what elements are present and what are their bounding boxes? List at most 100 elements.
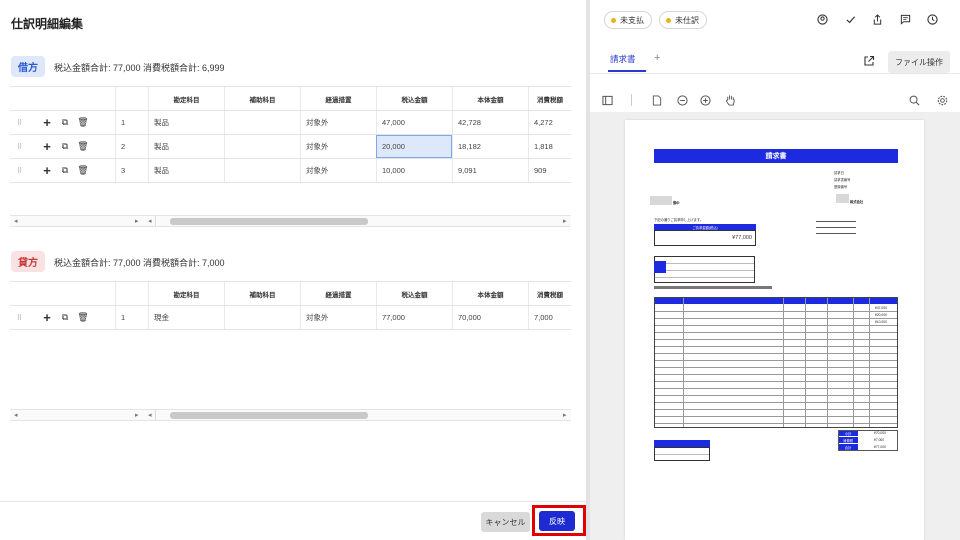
credit-summary: 税込金額合計: 77,000 消費税額合計: 7,000 xyxy=(54,258,225,268)
sidebar-toggle-icon[interactable] xyxy=(600,93,614,107)
redacted-company xyxy=(836,194,849,203)
tax-cell[interactable]: 909 xyxy=(528,159,571,182)
status-chip-unjournaled[interactable]: 未仕訳 xyxy=(659,11,707,29)
credit-horizontal-scrollbar[interactable]: ◂ ▸ ◂ ▸ xyxy=(10,409,571,421)
add-row-icon[interactable]: + xyxy=(40,306,54,329)
amount-incl-cell[interactable]: 77,000 xyxy=(376,306,452,329)
tax-cell[interactable]: 7,000 xyxy=(528,306,571,329)
table-row[interactable]: ⠿ + ⧉ 🗑 1 製品 対象外 47,000 42,728 4,272 xyxy=(10,111,571,135)
copy-icon[interactable]: ⧉ xyxy=(59,135,71,158)
amount-base-cell[interactable]: 42,728 xyxy=(452,111,528,134)
zoom-in-icon[interactable] xyxy=(698,93,712,107)
pending-dot-icon xyxy=(611,17,616,23)
invoice-items-table: ¥47,000 ¥20,000 ¥10,000 xyxy=(654,297,898,428)
file-operations-button[interactable]: ファイル操作 xyxy=(888,51,950,73)
scroll-right-icon[interactable]: ▸ xyxy=(135,216,139,227)
items-header xyxy=(655,298,897,304)
credit-table: 勘定科目 補助科目 経過措置 税込金額 本体金額 消費税額 ⠿ + ⧉ 🗑 1 … xyxy=(10,281,571,330)
account-cell[interactable]: 製品 xyxy=(148,111,224,134)
scroll-right-icon[interactable]: ▸ xyxy=(563,216,567,227)
chip-label: 未支払 xyxy=(620,15,644,25)
hand-icon[interactable] xyxy=(723,93,737,107)
tax-cell[interactable]: 1,818 xyxy=(528,135,571,158)
tab-active-indicator xyxy=(608,70,646,72)
scroll-divider xyxy=(155,410,156,420)
add-row-icon[interactable]: + xyxy=(40,135,54,158)
item-amount: ¥20,000 xyxy=(875,313,887,317)
table-header: 勘定科目 補助科目 経過措置 税込金額 本体金額 消費税額 xyxy=(10,87,571,111)
trash-icon[interactable]: 🗑 xyxy=(77,111,89,134)
scroll-left-icon[interactable]: ◂ xyxy=(14,410,18,421)
meta-label: 請求日 xyxy=(834,171,844,175)
bank-info-label xyxy=(654,261,666,273)
drag-handle-icon[interactable]: ⠿ xyxy=(10,306,28,329)
row-number: 1 xyxy=(115,306,148,329)
transition-cell[interactable]: 対象外 xyxy=(300,111,376,134)
sub-account-cell[interactable] xyxy=(224,306,300,329)
check-icon[interactable] xyxy=(843,12,857,26)
status-chip-unpaid[interactable]: 未支払 xyxy=(604,11,652,29)
scroll-left-icon[interactable]: ◂ xyxy=(14,216,18,227)
add-row-icon[interactable]: + xyxy=(40,159,54,182)
drag-handle-icon[interactable]: ⠿ xyxy=(10,111,28,134)
scroll-left-icon[interactable]: ◂ xyxy=(148,216,152,227)
scroll-right-icon[interactable]: ▸ xyxy=(563,410,567,421)
header-cell: 消費税額 xyxy=(528,87,571,110)
debit-horizontal-scrollbar[interactable]: ◂ ▸ ◂ ▸ xyxy=(10,215,571,227)
amount-base-cell[interactable]: 9,091 xyxy=(452,159,528,182)
external-link-icon[interactable] xyxy=(863,54,877,68)
chip-label: 未仕訳 xyxy=(675,15,699,25)
transition-cell[interactable]: 対象外 xyxy=(300,135,376,158)
amount-incl-cell[interactable]: 47,000 xyxy=(376,111,452,134)
meta-label: 登録番号 xyxy=(834,185,848,189)
scroll-thumb[interactable] xyxy=(170,218,368,225)
tax-cell[interactable]: 4,272 xyxy=(528,111,571,134)
header-cell: 補助科目 xyxy=(224,282,300,305)
amount-incl-cell[interactable]: 10,000 xyxy=(376,159,452,182)
comment-icon[interactable] xyxy=(898,12,912,26)
account-cell[interactable]: 現金 xyxy=(148,306,224,329)
scroll-right-icon[interactable]: ▸ xyxy=(135,410,139,421)
search-icon[interactable] xyxy=(907,93,921,107)
cancel-button[interactable]: キャンセル xyxy=(481,512,530,532)
share-icon[interactable] xyxy=(870,12,884,26)
item-amount: ¥47,000 xyxy=(875,306,887,310)
trash-icon[interactable]: 🗑 xyxy=(77,159,89,182)
invoice-page: 請求書 請求日 請求書番号 登録番号 御中 株式会社 下記の通りご請求申し上げま… xyxy=(625,120,924,540)
add-tab-button[interactable]: + xyxy=(654,52,660,64)
copy-icon[interactable]: ⧉ xyxy=(59,306,71,329)
scroll-thumb[interactable] xyxy=(170,412,368,419)
copy-icon[interactable]: ⧉ xyxy=(59,111,71,134)
table-row[interactable]: ⠿ + ⧉ 🗑 1 現金 対象外 77,000 70,000 7,000 xyxy=(10,306,571,330)
amount-base-cell[interactable]: 70,000 xyxy=(452,306,528,329)
zoom-out-icon[interactable] xyxy=(675,93,689,107)
document-viewer[interactable]: 請求書 請求日 請求書番号 登録番号 御中 株式会社 下記の通りご請求申し上げま… xyxy=(590,112,960,540)
sub-account-cell[interactable] xyxy=(224,111,300,134)
header-cell: 補助科目 xyxy=(224,87,300,110)
sub-account-cell[interactable] xyxy=(224,159,300,182)
tab-invoice[interactable]: 請求書 xyxy=(610,53,636,65)
table-header: 勘定科目 補助科目 経過措置 税込金額 本体金額 消費税額 xyxy=(10,282,571,306)
amount-base-cell[interactable]: 18,182 xyxy=(452,135,528,158)
bank-info-box xyxy=(654,256,755,283)
drag-handle-icon[interactable]: ⠿ xyxy=(10,135,28,158)
scroll-left-icon[interactable]: ◂ xyxy=(148,410,152,421)
sub-account-cell[interactable] xyxy=(224,135,300,158)
trash-icon[interactable]: 🗑 xyxy=(77,306,89,329)
amount-incl-cell-selected[interactable]: 20,000 xyxy=(376,135,452,158)
user-circle-icon[interactable] xyxy=(815,12,829,26)
clock-icon[interactable] xyxy=(925,12,939,26)
account-cell[interactable]: 製品 xyxy=(148,135,224,158)
drag-handle-icon[interactable]: ⠿ xyxy=(10,159,28,182)
document-icon[interactable] xyxy=(650,93,664,107)
transition-cell[interactable]: 対象外 xyxy=(300,306,376,329)
table-row[interactable]: ⠿ + ⧉ 🗑 2 製品 対象外 20,000 18,182 1,818 xyxy=(10,135,571,159)
trash-icon[interactable]: 🗑 xyxy=(77,135,89,158)
table-row[interactable]: ⠿ + ⧉ 🗑 3 製品 対象外 10,000 9,091 909 xyxy=(10,159,571,183)
copy-icon[interactable]: ⧉ xyxy=(59,159,71,182)
account-cell[interactable]: 製品 xyxy=(148,159,224,182)
settings-icon[interactable] xyxy=(935,93,949,107)
transition-cell[interactable]: 対象外 xyxy=(300,159,376,182)
apply-button[interactable]: 反映 xyxy=(539,511,575,531)
add-row-icon[interactable]: + xyxy=(40,111,54,134)
